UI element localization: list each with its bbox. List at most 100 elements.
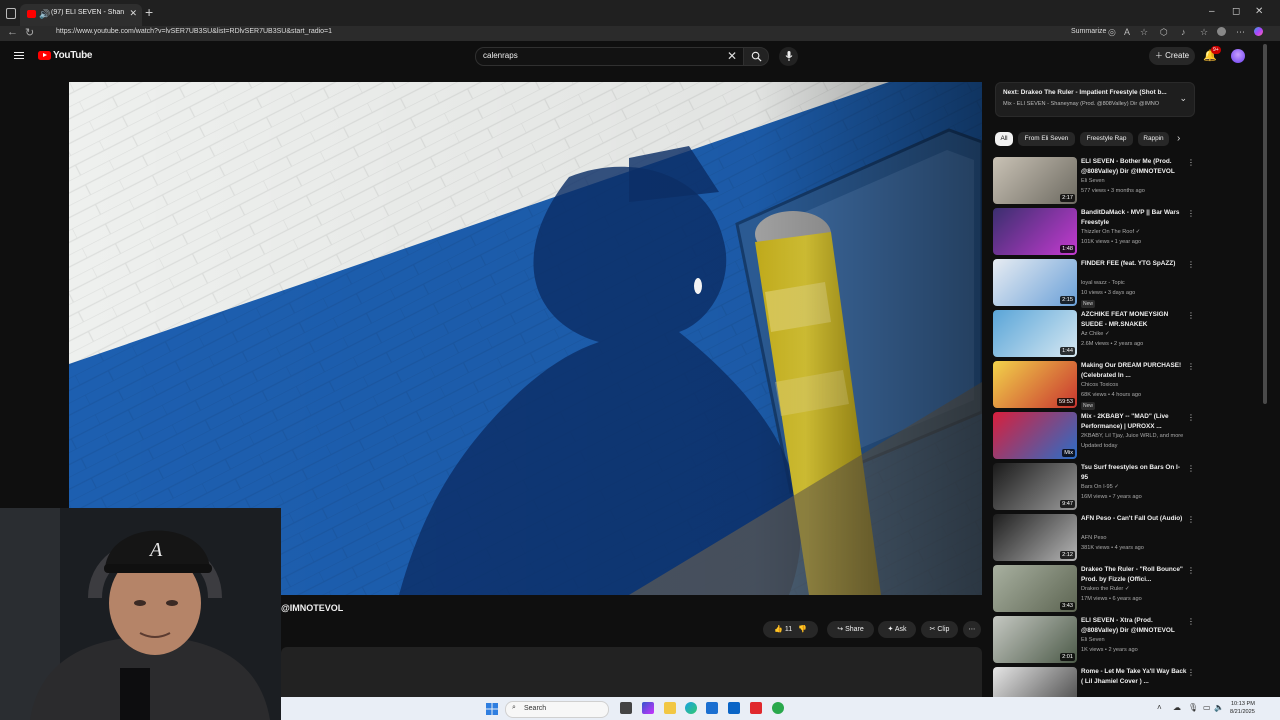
reader-icon[interactable]: ◎ bbox=[1108, 27, 1116, 38]
favorite-star-icon[interactable]: ☆ bbox=[1140, 27, 1148, 38]
more-vertical-icon[interactable]: ⋮ bbox=[1187, 413, 1195, 422]
clip-button[interactable]: ✂ Clip bbox=[921, 621, 958, 638]
recommendation-item[interactable]: 2:12 AFN Peso - Can't Fall Out (Audio) AFN… bbox=[993, 514, 1199, 561]
favorites-icon[interactable]: ☆ bbox=[1200, 27, 1208, 38]
clear-search-icon[interactable]: ✕ bbox=[727, 49, 737, 63]
read-aloud-icon[interactable]: A bbox=[1124, 27, 1130, 37]
video-title[interactable]: AFN Peso - Can't Fall Out (Audio) bbox=[1081, 514, 1187, 524]
channel-line[interactable]: AFN Peso bbox=[1081, 535, 1191, 541]
taskbar-search-input[interactable]: ⌕ Search bbox=[505, 701, 609, 718]
channel-line[interactable]: Az Chike ✓ bbox=[1081, 331, 1191, 337]
more-vertical-icon[interactable]: ⋮ bbox=[1187, 158, 1195, 167]
file-explorer-icon[interactable] bbox=[664, 702, 676, 714]
video-title[interactable]: Drakeo The Ruler - "Roll Bounce" Prod. b… bbox=[1081, 565, 1187, 584]
url-field[interactable]: https://www.youtube.com/watch?v=lvSER7UB… bbox=[56, 28, 332, 35]
channel-line[interactable]: Drakeo the Ruler ✓ bbox=[1081, 586, 1191, 592]
media-app-icon[interactable] bbox=[750, 702, 762, 714]
channel-line[interactable]: Chicos Toxicos bbox=[1081, 382, 1191, 388]
recommendation-item[interactable]: 1:44 AZCHIKE FEAT MONEYSIGN SUEDE - MR.SN… bbox=[993, 310, 1199, 357]
spotify-icon[interactable] bbox=[772, 702, 784, 714]
video-thumbnail[interactable]: 2:01 bbox=[993, 616, 1077, 663]
tab-actions-icon[interactable] bbox=[6, 8, 16, 19]
calculator-icon[interactable] bbox=[706, 702, 718, 714]
recommendation-item[interactable]: 2:01 ELI SEVEN - Xtra (Prod. @808Valley) … bbox=[993, 616, 1199, 663]
edge-browser-icon[interactable] bbox=[685, 702, 697, 714]
recommendation-item[interactable]: 59:53 Making Our DREAM PURCHASE! (Celebra… bbox=[993, 361, 1199, 410]
video-thumbnail[interactable]: 59:53 bbox=[993, 361, 1077, 408]
volume-icon[interactable]: 🔈 bbox=[1214, 703, 1224, 712]
recommendation-item[interactable]: 1:48 BanditDaMack - MVP || Bar Wars Frees… bbox=[993, 208, 1199, 255]
channel-name[interactable]: Eli Seven bbox=[1081, 178, 1105, 184]
account-avatar[interactable] bbox=[1231, 49, 1245, 63]
channel-name[interactable]: 2KBABY, Lil Tjay, Juice WRLD, and more bbox=[1081, 433, 1183, 439]
copilot-app-icon[interactable] bbox=[642, 702, 654, 714]
video-title[interactable]: Rome - Let Me Take Ya'll Way Back ( Lil … bbox=[1081, 667, 1187, 686]
refresh-icon[interactable]: ↻ bbox=[25, 26, 34, 39]
youtube-logo-text[interactable]: YouTube bbox=[53, 50, 93, 61]
video-title[interactable]: ELI SEVEN - Xtra (Prod. @808Valley) Dir … bbox=[1081, 616, 1187, 635]
description-box[interactable] bbox=[281, 647, 982, 697]
page-scrollbar[interactable] bbox=[1263, 44, 1267, 404]
more-vertical-icon[interactable]: ⋮ bbox=[1187, 362, 1195, 371]
video-thumbnail[interactable]: 2:17 bbox=[993, 157, 1077, 204]
close-tab-icon[interactable]: ✕ bbox=[129, 8, 137, 19]
channel-line[interactable]: Eli Seven bbox=[1081, 178, 1191, 184]
recommendation-item[interactable]: 2:17 ELI SEVEN - Bother Me (Prod. @808Val… bbox=[993, 157, 1199, 204]
channel-name[interactable]: AFN Peso bbox=[1081, 535, 1107, 541]
more-actions-button[interactable]: ⋯ bbox=[963, 621, 981, 638]
video-title[interactable]: Tsu Surf freestyles on Bars On I-95 bbox=[1081, 463, 1187, 482]
speaker-icon[interactable]: 🔊 bbox=[39, 9, 50, 20]
channel-name[interactable]: Az Chike bbox=[1081, 331, 1103, 337]
extension-icon[interactable]: ♪ bbox=[1181, 27, 1186, 37]
chevron-right-icon[interactable]: › bbox=[1177, 133, 1180, 144]
video-thumbnail[interactable]: 2:12 bbox=[993, 514, 1077, 561]
microphone-icon[interactable]: 🎙 bbox=[1188, 703, 1198, 712]
video-thumbnail[interactable]: 9:47 bbox=[993, 463, 1077, 510]
share-button[interactable]: ↪ Share bbox=[827, 621, 874, 638]
channel-name[interactable]: Chicos Toxicos bbox=[1081, 382, 1118, 388]
network-icon[interactable]: ▭ bbox=[1203, 703, 1211, 712]
search-input[interactable]: calenraps ✕ bbox=[475, 47, 744, 66]
video-thumbnail[interactable]: 1:48 bbox=[993, 208, 1077, 255]
create-button[interactable]: ＋ Create bbox=[1149, 47, 1195, 65]
new-tab-button[interactable]: + bbox=[145, 4, 153, 20]
extension-icon[interactable]: ⬡ bbox=[1160, 27, 1168, 38]
chip-from-eli-seven[interactable]: From Eli Seven bbox=[1018, 132, 1075, 146]
video-title-channel[interactable]: @IMNOTEVOL bbox=[281, 603, 343, 613]
channel-line[interactable]: Thizzler On The Roof ✓ bbox=[1081, 229, 1191, 235]
video-title[interactable]: FINDER FEE (feat. YTG SpAZZ) bbox=[1081, 259, 1187, 269]
recommendation-item[interactable]: 9:47 Tsu Surf freestyles on Bars On I-95 B… bbox=[993, 463, 1199, 510]
onedrive-icon[interactable]: ☁ bbox=[1173, 703, 1181, 712]
channel-line[interactable]: 2KBABY, Lil Tjay, Juice WRLD, and more bbox=[1081, 433, 1191, 439]
channel-line[interactable]: Eli Seven bbox=[1081, 637, 1191, 643]
youtube-logo-icon[interactable] bbox=[38, 51, 51, 60]
chevron-up-icon[interactable]: ˄ bbox=[1157, 703, 1162, 712]
channel-line[interactable]: Bars On I-95 ✓ bbox=[1081, 484, 1191, 490]
voice-search-button[interactable] bbox=[779, 47, 798, 66]
channel-name[interactable]: Drakeo the Ruler bbox=[1081, 586, 1123, 592]
close-window-button[interactable]: ✕ bbox=[1255, 6, 1263, 17]
more-vertical-icon[interactable]: ⋮ bbox=[1187, 209, 1195, 218]
windows-start-icon[interactable] bbox=[486, 702, 498, 715]
search-button[interactable] bbox=[743, 47, 769, 66]
video-title[interactable]: Mix - 2KBABY -- "MAD" (Live Performance)… bbox=[1081, 412, 1187, 431]
channel-name[interactable]: Bars On I-95 bbox=[1081, 484, 1113, 490]
chevron-down-icon[interactable]: ⌄ bbox=[1179, 93, 1187, 104]
channel-name[interactable]: Thizzler On The Roof bbox=[1081, 229, 1134, 235]
more-vertical-icon[interactable]: ⋮ bbox=[1187, 311, 1195, 320]
dislike-icon[interactable]: 👎 bbox=[798, 626, 807, 633]
browser-tab[interactable]: 🔊 (97) ELI SEVEN - Shaneynay ✕ bbox=[20, 4, 142, 26]
recommendation-item[interactable]: Mix Mix - 2KBABY -- "MAD" (Live Performan… bbox=[993, 412, 1199, 459]
chip-rappin[interactable]: Rappin bbox=[1138, 132, 1169, 146]
video-title[interactable]: AZCHIKE FEAT MONEYSIGN SUEDE - MR.SNAKEK bbox=[1081, 310, 1187, 329]
back-icon[interactable]: ← bbox=[7, 26, 18, 38]
outlook-icon[interactable] bbox=[728, 702, 740, 714]
copilot-icon[interactable] bbox=[1254, 27, 1263, 36]
video-thumbnail[interactable]: 2:15 bbox=[993, 259, 1077, 306]
recommendation-item[interactable]: 2:15 FINDER FEE (feat. YTG SpAZZ) loyal wa… bbox=[993, 259, 1199, 308]
task-view-icon[interactable] bbox=[620, 702, 632, 714]
maximize-button[interactable]: ◻ bbox=[1232, 6, 1240, 17]
more-icon[interactable]: ⋯ bbox=[1236, 27, 1245, 38]
minimize-button[interactable]: – bbox=[1209, 6, 1215, 17]
more-vertical-icon[interactable]: ⋮ bbox=[1187, 515, 1195, 524]
